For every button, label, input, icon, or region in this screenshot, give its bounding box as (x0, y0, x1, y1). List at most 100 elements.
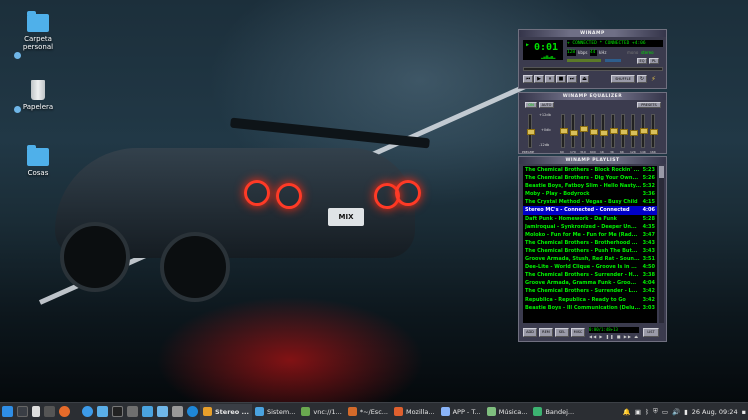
clipboard-icon[interactable]: ▣ (635, 408, 641, 416)
desktop-icon-cosas[interactable]: Cosas (6, 145, 70, 177)
winamp-playlist-window[interactable]: WINAMP PLAYLIST The Chemical Brothers - … (518, 156, 667, 342)
pause-button[interactable]: ⏸ (545, 75, 555, 83)
playlist-item[interactable]: Beastie Boys - Ill Communication (Delu..… (523, 304, 657, 312)
eq-band-knob[interactable] (620, 129, 628, 135)
taskbar-task[interactable]: vnc://1... (298, 404, 344, 420)
eq-band-slider[interactable] (590, 114, 598, 148)
eq-band-knob[interactable] (630, 130, 638, 137)
shuffle-button[interactable]: SHUFFLE (611, 75, 635, 83)
terminal-icon[interactable] (112, 406, 123, 417)
eq-auto-button[interactable]: AUTO (539, 102, 554, 108)
eq-band-knob[interactable] (610, 127, 618, 134)
playlist-item[interactable]: The Chemical Brothers - Push The But... 3… (523, 247, 657, 255)
eq-band-slider[interactable] (600, 114, 608, 148)
eq-band-slider[interactable] (560, 114, 568, 148)
equalizer-title-bar[interactable]: WINAMP EQUALIZER (519, 93, 666, 100)
show-desktop-icon[interactable]: ▪ (742, 408, 746, 416)
compass-icon[interactable] (187, 406, 198, 417)
shield-icon[interactable]: ⛨ (653, 407, 658, 416)
playlist-title-bar[interactable]: WINAMP PLAYLIST (519, 157, 666, 164)
playlist-sel-button[interactable]: SEL (555, 328, 569, 337)
music-icon[interactable] (32, 406, 40, 417)
playlist-item[interactable]: The Crystal Method - Vegas - Busy Child 4… (523, 198, 657, 206)
playlist-item[interactable]: Daft Punk - Homework - Da Funk 5:28 (523, 215, 657, 223)
display-icon[interactable]: ▭ (662, 408, 668, 416)
files-icon[interactable] (142, 406, 153, 417)
eq-band-knob[interactable] (600, 130, 608, 137)
playlist-item[interactable]: The Chemical Brothers - Surrender - L...… (523, 287, 657, 295)
eq-presets-button[interactable]: PRESETS (637, 102, 661, 108)
volume-slider[interactable] (567, 59, 601, 62)
system-icon[interactable] (97, 406, 108, 417)
eq-preamp-slider[interactable] (527, 114, 535, 148)
file-icon[interactable] (44, 406, 55, 417)
eq-band-slider[interactable] (570, 114, 578, 148)
playlist-item[interactable]: The Chemical Brothers - Surrender - H...… (523, 271, 657, 279)
playlist-toggle-button[interactable]: PL (649, 58, 659, 64)
playlist-mini-transport[interactable]: ◀◀ ▶ ❚❚ ■ ▶▶ ⏏ (589, 334, 639, 339)
clock[interactable]: 26 Aug, 09:24 (692, 408, 738, 416)
eq-band-knob[interactable] (580, 126, 588, 133)
playlist-list[interactable]: The Chemical Brothers - Block Rockin' ..… (523, 166, 657, 323)
playlist-item[interactable]: Stereo MC's - Connected - Connected 4:06 (523, 206, 657, 215)
playlist-item[interactable]: The Chemical Brothers - Brotherhood ... 3… (523, 239, 657, 247)
taskbar-task[interactable]: Sistem... (252, 404, 298, 420)
winamp-title-bar[interactable]: WINAMP (519, 30, 666, 37)
eq-band-slider[interactable] (610, 114, 618, 148)
playlist-item[interactable]: Beastie Boys, Fatboy Slim - Hello Nasty.… (523, 182, 657, 190)
taskbar-task[interactable]: APP - T... (438, 404, 484, 420)
playlist-item[interactable]: Jamiroquai - Synkronized - Deeper Un... 4… (523, 223, 657, 231)
taskbar-task[interactable]: Stereo ... (200, 403, 252, 420)
notifications-icon[interactable]: 🔔 (623, 408, 631, 416)
eq-band-knob[interactable] (640, 127, 648, 134)
eject-button[interactable]: ⏏ (580, 75, 589, 83)
edit-icon[interactable] (17, 406, 28, 417)
playlist-item[interactable]: Groove Armada, Stush, Red Rat - Soun... 3… (523, 255, 657, 263)
monitor-icon[interactable] (127, 406, 138, 417)
eq-preamp-knob[interactable] (527, 129, 535, 135)
playlist-list-button[interactable]: LIST (643, 328, 659, 337)
eq-band-knob[interactable] (590, 129, 598, 135)
volume-icon[interactable]: 🔊 (672, 408, 680, 416)
playlist-misc-button[interactable]: MISC (571, 328, 585, 337)
winamp-equalizer-window[interactable]: WINAMP EQUALIZER ON AUTO PRESETS +12db +… (518, 92, 667, 154)
playlist-item[interactable]: The Chemical Brothers - Block Rockin' ..… (523, 166, 657, 174)
playlist-item[interactable]: Groove Armada, Gramma Funk - Groo... 4:04 (523, 279, 657, 287)
winamp-main-window[interactable]: WINAMP ▶ 0:01 ▂▄▆▃▅▂ + CONNECTED * CONNE… (518, 29, 667, 89)
eq-band-slider[interactable] (580, 114, 588, 148)
stop-button[interactable]: ■ (556, 75, 566, 83)
next-button[interactable]: ⏭ (567, 75, 577, 83)
playlist-item[interactable]: The Chemical Brothers - Dig Your Own... 5… (523, 174, 657, 182)
desktop-icon[interactable] (157, 406, 168, 417)
tool-icon[interactable] (172, 406, 183, 417)
battery-icon[interactable]: ▮ (684, 408, 688, 416)
playlist-item[interactable]: Moloko - Fun for Me - Fun for Me (Rad...… (523, 231, 657, 239)
balance-slider[interactable] (605, 59, 621, 62)
eq-band-slider[interactable] (650, 114, 658, 148)
playlist-scrollbar[interactable] (659, 166, 664, 323)
taskbar-task[interactable]: Bandej... (530, 404, 577, 420)
taskbar-task[interactable]: *~/Esc... (345, 404, 391, 420)
eq-band-slider[interactable] (640, 114, 648, 148)
eq-on-button[interactable]: ON (525, 102, 537, 108)
eq-band-slider[interactable] (620, 114, 628, 148)
play-button[interactable]: ▶ (534, 75, 544, 83)
eq-toggle-button[interactable]: EQ (637, 58, 647, 64)
eq-band-knob[interactable] (650, 129, 658, 135)
playlist-item[interactable]: Republica - Republica - Ready to Go 3:42 (523, 296, 657, 304)
playlist-rem-button[interactable]: REM (539, 328, 553, 337)
prev-button[interactable]: ⏮ (523, 75, 533, 83)
playlist-scroll-thumb[interactable] (659, 166, 664, 178)
eq-band-slider[interactable] (630, 114, 638, 148)
app-menu-icon[interactable] (2, 406, 13, 417)
playlist-item[interactable]: Moby - Play - Bodyrock 3:36 (523, 190, 657, 198)
time-display[interactable]: ▶ 0:01 ▂▄▆▃▅▂ (523, 40, 563, 60)
dolphin-icon[interactable] (82, 406, 93, 417)
taskbar-task[interactable]: Música... (484, 404, 531, 420)
playlist-add-button[interactable]: ADD (523, 328, 537, 337)
repeat-button[interactable]: ↻ (637, 75, 647, 83)
taskbar-task[interactable]: Mozilla... (391, 404, 438, 420)
playlist-item[interactable]: Dee-Lite - World Clique - Groove Is in .… (523, 263, 657, 271)
bluetooth-icon[interactable]: ᛒ (645, 408, 649, 416)
seek-bar[interactable] (523, 67, 663, 71)
